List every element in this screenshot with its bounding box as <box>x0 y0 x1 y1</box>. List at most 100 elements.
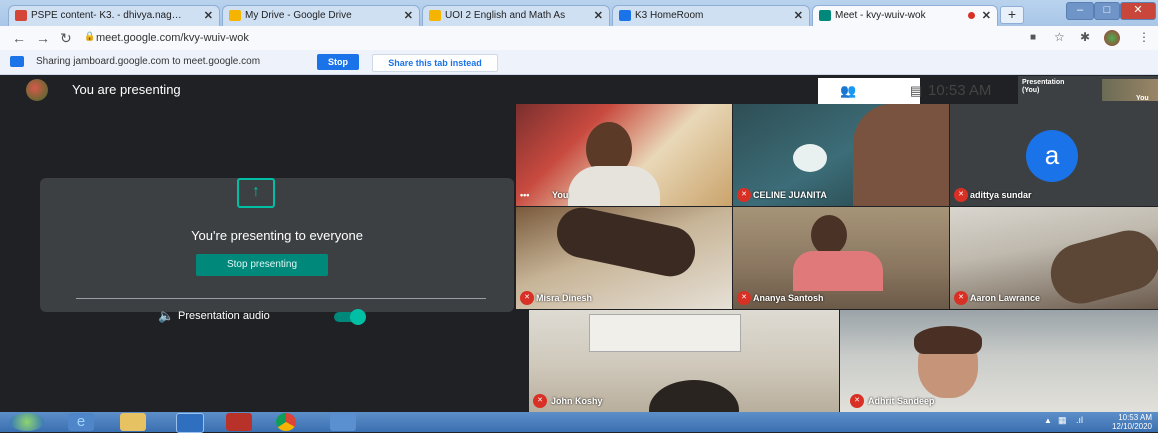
reload-icon[interactable]: ↻ <box>60 30 72 47</box>
participant-name: John Koshy <box>551 396 603 406</box>
tray-arrow-icon[interactable]: ▲ <box>1044 416 1052 425</box>
muted-mic-icon: ✕ <box>954 291 968 305</box>
browser-tab-strip: PSPE content- K3. - dhivya.nag… ✕ My Dri… <box>0 0 1158 26</box>
self-label: You <box>1136 95 1149 102</box>
media-player-icon[interactable] <box>176 413 204 433</box>
internet-explorer-icon[interactable]: e <box>68 413 94 431</box>
back-icon[interactable]: ← <box>12 30 26 46</box>
participant-tile[interactable]: ✕ Adhrit Sandeep <box>840 310 1158 412</box>
muted-mic-icon: ✕ <box>737 291 751 305</box>
close-icon[interactable]: ✕ <box>982 9 991 22</box>
participant-tile[interactable]: ✕ Ananya Santosh <box>733 207 949 309</box>
taskbar-time: 10:53 AM <box>1118 413 1152 422</box>
tab-docs[interactable]: UOI 2 English and Math As ✕ <box>422 5 610 26</box>
tab-meet[interactable]: Meet - kvy-wuiv-wok ✕ <box>812 5 998 26</box>
avatar <box>26 79 48 101</box>
participant-figure <box>914 326 982 354</box>
participant-name: CELINE JUANITA <box>753 190 827 200</box>
participant-tile[interactable]: ✕ Misra Dinesh <box>516 207 732 309</box>
system-tray: ▲ ▦ .ıl 10:53 AM 12/10/2020 <box>1018 412 1158 432</box>
participant-figure <box>853 104 949 206</box>
presenting-panel: ↑ You're presenting to everyone Stop pre… <box>40 178 514 312</box>
share-screen-icon <box>10 56 24 67</box>
new-tab-button[interactable]: + <box>1000 6 1024 24</box>
participant-figure <box>793 144 827 172</box>
paint-icon[interactable] <box>330 413 356 431</box>
participant-tile[interactable]: ✕ Aaron Lawrance <box>950 207 1158 309</box>
tab-label: My Drive - Google Drive <box>245 10 352 21</box>
network-icon[interactable]: ▦ <box>1058 415 1067 426</box>
share-this-tab-button[interactable]: Share this tab instead <box>372 54 498 72</box>
participant-name: Adhrit Sandeep <box>868 396 935 406</box>
muted-mic-icon: ✕ <box>954 188 968 202</box>
participant-figure <box>793 251 883 291</box>
tab-drive[interactable]: My Drive - Google Drive ✕ <box>222 5 420 26</box>
tab-gmail[interactable]: PSPE content- K3. - dhivya.nag… ✕ <box>8 5 220 26</box>
camera-icon[interactable]: ■ <box>1030 32 1036 43</box>
windows-taskbar: e ▲ ▦ .ıl 10:53 AM 12/10/2020 <box>0 412 1158 433</box>
meet-icon <box>819 10 831 21</box>
stop-sharing-button[interactable]: Stop <box>317 54 359 70</box>
participant-tile[interactable]: a ✕ adittya sundar <box>950 104 1158 206</box>
menu-icon[interactable]: ⋮ <box>1138 30 1150 44</box>
docs-icon <box>429 10 441 21</box>
close-icon[interactable]: ✕ <box>404 9 413 22</box>
gmail-icon <box>15 10 27 21</box>
participant-name: You <box>552 190 569 200</box>
self-video-thumbnail: You <box>1102 79 1158 102</box>
recording-dot-icon <box>968 12 975 19</box>
signal-icon[interactable]: .ıl <box>1076 415 1083 425</box>
participant-tile[interactable]: ✕ John Koshy <box>529 310 839 412</box>
self-presentation-tile[interactable]: Presentation (You) You <box>1018 76 1158 104</box>
close-icon[interactable]: ✕ <box>594 9 603 22</box>
muted-mic-icon: ✕ <box>533 394 547 408</box>
more-options-icon[interactable]: ••• <box>520 190 529 200</box>
presenter-header: You are presenting <box>0 74 515 104</box>
taskbar-clock[interactable]: 10:53 AM 12/10/2020 <box>1112 413 1152 431</box>
muted-mic-icon: ✕ <box>520 291 534 305</box>
presentation-audio-toggle[interactable] <box>334 309 366 325</box>
meet-top-controls: 👥 ▤ 10:53 AM Presentation (You) You <box>790 76 1158 104</box>
extension-icon[interactable]: ✱ <box>1080 30 1090 44</box>
start-button[interactable] <box>10 413 44 431</box>
profile-avatar[interactable] <box>1104 30 1120 46</box>
muted-mic-icon: ✕ <box>850 394 864 408</box>
minimize-button[interactable]: – <box>1066 2 1094 20</box>
participant-initial-avatar: a <box>1026 130 1078 182</box>
participant-figure <box>649 380 739 412</box>
controls-box: 👥 ▤ <box>818 78 922 104</box>
drive-icon <box>229 10 241 21</box>
sharing-info-bar: Sharing jamboard.google.com to meet.goog… <box>0 50 1158 75</box>
participant-figure <box>811 215 847 255</box>
close-icon[interactable]: ✕ <box>794 9 803 22</box>
divider <box>76 298 486 299</box>
sharing-text: Sharing jamboard.google.com to meet.goog… <box>36 56 261 67</box>
lock-icon: 🔒 <box>84 31 96 41</box>
url-field[interactable]: meet.google.com/kvy-wuiv-wok <box>96 32 249 44</box>
stop-presenting-button[interactable]: Stop presenting <box>196 254 328 276</box>
participant-name: adittya sundar <box>970 190 1032 200</box>
star-icon[interactable]: ☆ <box>1054 30 1065 44</box>
people-icon[interactable]: 👥 <box>840 83 856 99</box>
address-bar: ← → ↻ 🔒 meet.google.com/kvy-wuiv-wok ■ ☆… <box>0 26 1158 51</box>
speaker-icon: 🔈 <box>158 308 175 323</box>
muted-mic-icon: ✕ <box>737 188 751 202</box>
present-screen-icon: ↑ <box>237 178 275 208</box>
participant-figure <box>552 207 700 282</box>
chrome-icon[interactable] <box>276 413 296 431</box>
classroom-icon <box>619 10 631 21</box>
close-icon[interactable]: ✕ <box>204 9 213 22</box>
forward-icon[interactable]: → <box>36 30 50 46</box>
tab-label: Meet - kvy-wuiv-wok <box>835 10 926 21</box>
participant-tile[interactable]: ••• You <box>516 104 732 206</box>
panel-title: You're presenting to everyone <box>191 228 363 243</box>
presentation-app-icon[interactable] <box>226 413 252 431</box>
close-window-button[interactable]: ✕ <box>1120 2 1156 20</box>
chat-icon[interactable]: ▤ <box>910 83 922 99</box>
maximize-button[interactable]: □ <box>1094 2 1120 20</box>
tab-homeroom[interactable]: K3 HomeRoom ✕ <box>612 5 810 26</box>
participant-name: Ananya Santosh <box>753 293 824 303</box>
participant-tile[interactable]: ✕ CELINE JUANITA <box>733 104 949 206</box>
file-explorer-icon[interactable] <box>120 413 146 431</box>
participant-figure <box>1044 223 1158 309</box>
